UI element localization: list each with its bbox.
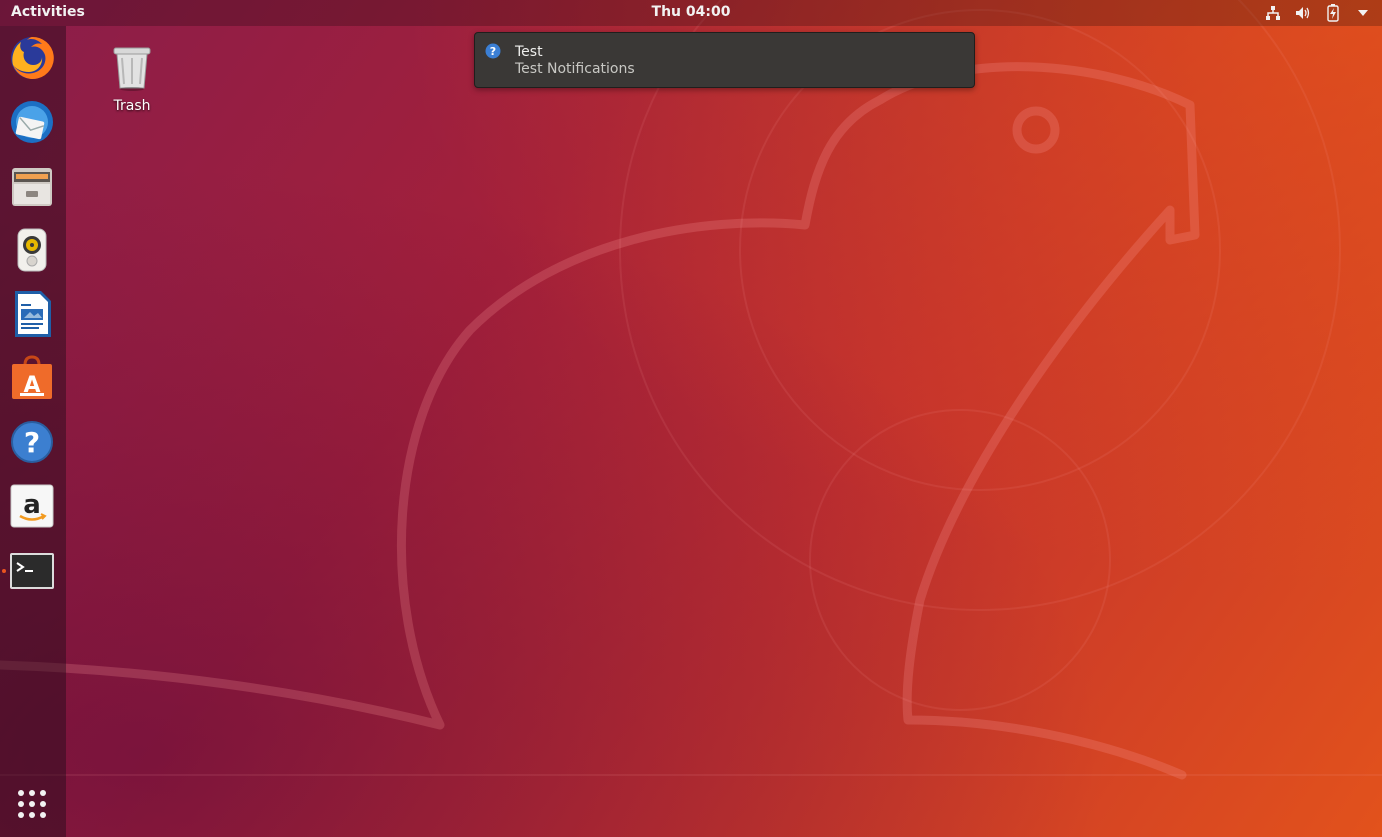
help-icon[interactable]: ? — [8, 418, 56, 466]
svg-text:?: ? — [490, 45, 496, 58]
app-grid-icon[interactable] — [8, 780, 56, 828]
clock[interactable]: Thu 04:00 — [0, 4, 1382, 20]
top-bar: Activities Thu 04:00 — [0, 0, 1382, 26]
firefox-icon[interactable] — [8, 34, 56, 82]
writer-icon[interactable] — [8, 290, 56, 338]
dock: A ? a — [0, 26, 66, 837]
network-icon[interactable] — [1264, 4, 1282, 22]
terminal-running-indicator — [2, 569, 6, 573]
desktop-trash[interactable]: Trash — [100, 44, 164, 114]
thunderbird-icon[interactable] — [8, 98, 56, 146]
question-icon: ? — [485, 43, 501, 59]
notification-banner[interactable]: ? Test Test Notifications — [474, 32, 975, 88]
volume-icon[interactable] — [1294, 4, 1312, 22]
wallpaper-beaver-art — [0, 0, 1382, 780]
trash-icon — [113, 47, 151, 91]
amazon-icon[interactable]: a — [8, 482, 56, 530]
notification-body: Test Notifications — [515, 61, 635, 77]
wallpaper-gradient — [0, 0, 1382, 837]
terminal-icon[interactable] — [8, 547, 56, 595]
rhythmbox-icon[interactable] — [8, 226, 56, 274]
trash-label: Trash — [113, 98, 151, 114]
notification-title: Test — [515, 44, 543, 60]
software-icon[interactable]: A — [8, 354, 56, 402]
files-icon[interactable] — [8, 162, 56, 210]
svg-text:a: a — [23, 490, 41, 520]
system-menu-arrow-icon[interactable] — [1354, 4, 1372, 22]
system-tray[interactable] — [1264, 3, 1372, 23]
battery-icon[interactable] — [1324, 4, 1342, 22]
svg-text:?: ? — [24, 426, 40, 459]
